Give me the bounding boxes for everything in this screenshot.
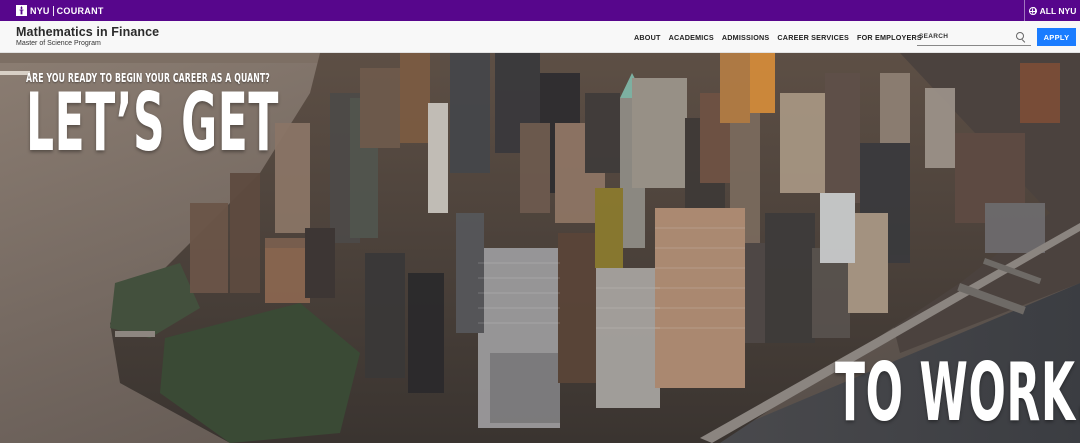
university-topbar: NYU COURANT ALL NYU [0, 0, 1080, 21]
all-nyu-label: ALL NYU [1039, 5, 1077, 16]
site-title[interactable]: Mathematics in Finance [16, 25, 159, 39]
brand-courant: COURANT [56, 5, 104, 16]
search-icon[interactable] [1015, 31, 1027, 43]
torch-logo-icon [16, 5, 27, 16]
all-nyu-button[interactable]: ALL NYU [1024, 0, 1080, 21]
search-input[interactable] [917, 28, 1013, 45]
hero-banner: ARE YOU READY TO BEGIN YOUR CAREER AS A … [0, 53, 1080, 443]
brand-divider [52, 5, 54, 16]
site-header: Mathematics in Finance Master of Science… [0, 21, 1080, 53]
nav-item-career-services[interactable]: CAREER SERVICES [777, 33, 849, 42]
hero-headline-line2: TO WORK. [835, 346, 1080, 439]
brand-nyu: NYU [30, 5, 50, 16]
nav-item-about[interactable]: ABOUT [634, 33, 661, 42]
nav-item-for-employers[interactable]: FOR EMPLOYERS [857, 33, 922, 42]
nav-item-admissions[interactable]: ADMISSIONS [722, 33, 770, 42]
search-box [917, 28, 1031, 46]
apply-button[interactable]: APPLY [1037, 28, 1076, 46]
hero-headline-line1: LET’S GET [26, 76, 279, 169]
nav-item-academics[interactable]: ACADEMICS [669, 33, 714, 42]
globe-icon [1028, 6, 1037, 15]
main-nav: ABOUT ACADEMICS ADMISSIONS CAREER SERVIC… [634, 21, 922, 53]
site-subtitle: Master of Science Program [16, 40, 101, 47]
nyu-courant-logo[interactable]: NYU COURANT [16, 0, 104, 21]
